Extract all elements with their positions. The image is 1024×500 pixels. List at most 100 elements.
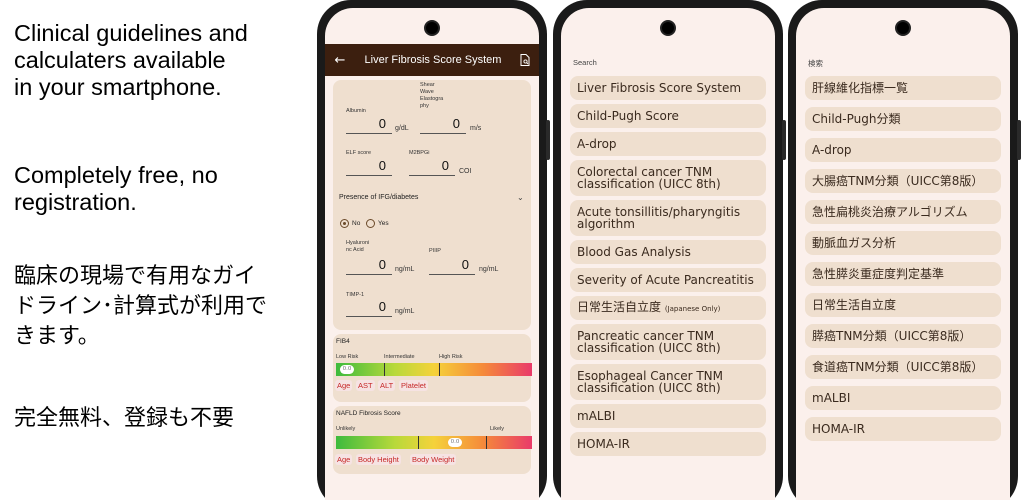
chevron-down-icon[interactable]: ⌄ xyxy=(517,193,524,202)
radio-yes-label: Yes xyxy=(378,220,389,227)
elf-underline xyxy=(346,175,392,176)
list-item-line: classification (UICC 8th) xyxy=(577,341,721,355)
ha-label-line: nc Acid xyxy=(346,247,364,253)
list-item[interactable]: A-drop xyxy=(570,132,766,156)
list-item[interactable]: A-drop xyxy=(805,138,1001,162)
list-item-label: 急性扁桃炎治療アルゴリズム xyxy=(812,205,968,219)
elf-input[interactable]: 0 xyxy=(346,158,386,173)
fib4-chip-age[interactable]: Age xyxy=(335,380,353,391)
back-arrow-icon[interactable]: ← xyxy=(325,53,355,68)
list-item-label: 動脈血ガス分析 xyxy=(812,236,897,250)
list-item-label: mALBI xyxy=(812,391,851,405)
nafld-unlikely-label: Unlikely xyxy=(336,426,356,432)
list-item-label: Severity of Acute Pancreatitis xyxy=(577,273,754,287)
list-item[interactable]: 急性膵炎重症度判定基準 xyxy=(805,262,1001,286)
nafld-gauge: 0.0 xyxy=(336,436,532,449)
nafld-title: NAFLD Fibrosis Score xyxy=(336,410,401,417)
list-item[interactable]: 食道癌TNM分類（UICC第8版） xyxy=(805,355,1001,379)
promo-line: きます。 xyxy=(14,324,100,349)
list-item-label: 大腸癌TNM分類（UICC第8版） xyxy=(812,174,984,188)
search-label[interactable]: 検索 xyxy=(808,58,823,69)
ifg-section-header[interactable]: Presence of IFG/diabetes xyxy=(339,194,418,201)
list-item[interactable]: Liver Fibrosis Score System xyxy=(570,76,766,100)
list-item[interactable]: mALBI xyxy=(570,404,766,428)
fib4-value-pill: 0.0 xyxy=(340,365,354,374)
p3np-unit: ng/mL xyxy=(479,266,499,273)
promo-line: 完全無料、登録も不要 xyxy=(14,406,235,431)
p3np-underline xyxy=(429,274,475,275)
swe-unit: m/s xyxy=(470,125,482,132)
list-item[interactable]: Child-Pugh Score xyxy=(570,104,766,128)
list-item[interactable]: 大腸癌TNM分類（UICC第8版） xyxy=(805,169,1001,193)
fib4-title: FIB4 xyxy=(336,338,350,345)
fib4-high-label: High Risk xyxy=(439,354,463,360)
nafld-chip-age[interactable]: Age xyxy=(335,454,353,465)
fib4-low-label: Low Risk xyxy=(336,354,359,360)
list-item[interactable]: Severity of Acute Pancreatitis xyxy=(570,268,766,292)
swe-label: Shear Wave Elastogra phy xyxy=(420,82,443,110)
list-item[interactable]: 肝線維化指標一覧 xyxy=(805,76,1001,100)
list-item[interactable]: mALBI xyxy=(805,386,1001,410)
nafld-likely-label: Likely xyxy=(490,426,505,432)
swe-label-line: Shear xyxy=(420,82,435,88)
calculator-screen: ← Liver Fibrosis Score System Albumin 0 … xyxy=(325,8,539,500)
list-item[interactable]: 日常生活自立度 (Japanese Only) xyxy=(570,296,766,320)
list-item[interactable]: Esophageal Cancer TNM classification (UIC… xyxy=(570,364,766,400)
m2bpgi-underline xyxy=(409,175,455,176)
timp-underline xyxy=(346,316,392,317)
promo-line: Clinical guidelines and xyxy=(14,20,248,46)
list-item[interactable]: 日常生活自立度 xyxy=(805,293,1001,317)
nafld-chip-body-weight[interactable]: Body Weight xyxy=(410,454,457,465)
fib4-chip-ast[interactable]: AST xyxy=(356,380,375,391)
promo-line: in your smartphone. xyxy=(14,74,222,100)
m2bpgi-unit: COI xyxy=(459,168,472,175)
timp-input[interactable]: 0 xyxy=(346,299,386,314)
ha-input[interactable]: 0 xyxy=(346,257,386,272)
list-item[interactable]: 急性扁桃炎治療アルゴリズム xyxy=(805,200,1001,224)
promo-japanese: 臨床の現場で有用なガイ ドライン･計算式が利用で きます。 xyxy=(14,262,314,352)
fib4-tick-high xyxy=(439,363,440,376)
list-screen-english: Search Liver Fibrosis Score System Child… xyxy=(561,8,775,500)
radio-no[interactable] xyxy=(340,219,349,228)
document-search-icon[interactable] xyxy=(511,54,539,66)
promo-line: Completely free, no xyxy=(14,162,218,188)
p3np-input[interactable]: 0 xyxy=(429,257,469,272)
swe-label-line: Elastogra xyxy=(420,96,444,102)
list-item[interactable]: HOMA-IR xyxy=(570,432,766,456)
swe-underline xyxy=(420,133,466,134)
nafld-value-pill: 0.0 xyxy=(448,438,462,447)
nafld-tick-high xyxy=(486,436,487,449)
ha-label: Hyaluroni nc Acid xyxy=(346,240,369,254)
fib4-chip-platelet[interactable]: Platelet xyxy=(399,380,429,391)
list-item[interactable]: 動脈血ガス分析 xyxy=(805,231,1001,255)
swe-input[interactable]: 0 xyxy=(420,116,460,131)
front-camera xyxy=(424,20,440,36)
promo-line: registration. xyxy=(14,189,137,215)
nafld-tick-low xyxy=(418,436,419,449)
m2bpgi-input[interactable]: 0 xyxy=(409,158,449,173)
inputs-card: Albumin 0 g/dL Shear Wave Elastogra phy … xyxy=(333,80,531,330)
nafld-chip-body-height[interactable]: Body Height xyxy=(356,454,401,465)
fib4-card: FIB4 Low Risk Intermediate High Risk 0.0… xyxy=(333,334,532,402)
swe-label-line: phy xyxy=(420,103,429,109)
radio-yes[interactable] xyxy=(366,219,375,228)
power-button xyxy=(546,120,550,160)
albumin-input[interactable]: 0 xyxy=(346,116,386,131)
list-item[interactable]: Child-Pugh分類 xyxy=(805,107,1001,131)
albumin-label: Albumin xyxy=(346,108,366,114)
page-title: Liver Fibrosis Score System xyxy=(364,54,502,66)
list-item-line: algorithm xyxy=(577,217,635,231)
list-item[interactable]: HOMA-IR xyxy=(805,417,1001,441)
list-item-label: mALBI xyxy=(577,409,616,423)
search-label[interactable]: Search xyxy=(573,58,597,67)
list-item[interactable]: Acute tonsillitis/pharyngitis algorithm xyxy=(570,200,766,236)
list-item[interactable]: Colorectal cancer TNM classification (UIC… xyxy=(570,160,766,196)
list-item[interactable]: Blood Gas Analysis xyxy=(570,240,766,264)
calculator-list: Liver Fibrosis Score System Child-Pugh S… xyxy=(570,76,766,460)
fib4-chip-alt[interactable]: ALT xyxy=(378,380,396,391)
fib4-mid-label: Intermediate xyxy=(384,354,415,360)
list-item-label: 日常生活自立度 xyxy=(812,298,897,312)
list-item[interactable]: 膵癌TNM分類（UICC第8版） xyxy=(805,324,1001,348)
list-item-note: (Japanese Only) xyxy=(664,305,721,313)
list-item[interactable]: Pancreatic cancer TNM classification (UIC… xyxy=(570,324,766,360)
